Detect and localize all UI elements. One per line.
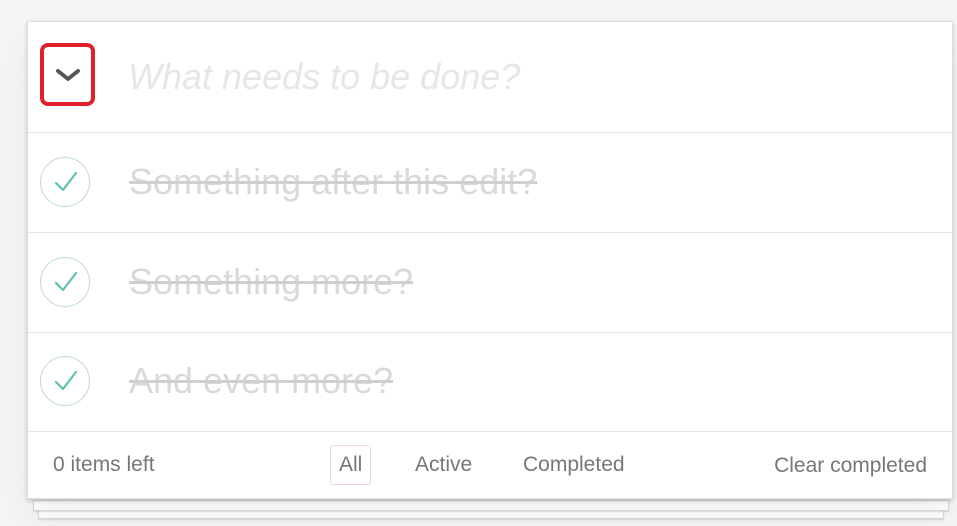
toggle-all-button[interactable] (40, 43, 95, 106)
todo-checkbox[interactable] (40, 157, 90, 207)
todo-item[interactable]: Something after this edit? (28, 133, 952, 233)
new-todo-header (28, 22, 952, 133)
todo-checkbox[interactable] (40, 356, 90, 406)
todo-item[interactable]: And even more? (28, 332, 952, 432)
items-left-count: 0 items left (53, 453, 155, 476)
checkmark-icon (54, 370, 78, 391)
todo-label: Something after this edit? (129, 161, 538, 202)
filter-active[interactable]: Active (406, 445, 481, 485)
todo-app: Something after this edit? Something mor… (0, 0, 957, 526)
filter-all[interactable]: All (330, 445, 372, 485)
clear-completed-button[interactable]: Clear completed (774, 454, 927, 478)
stack-shadow-layer (33, 500, 949, 511)
todo-footer: 0 items left All Active Completed Clear … (28, 432, 952, 498)
chevron-down-icon (56, 69, 80, 81)
checkmark-icon (54, 171, 78, 192)
todo-label: And even more? (129, 360, 394, 401)
todo-checkbox[interactable] (40, 257, 90, 307)
todo-list-card: Something after this edit? Something mor… (27, 21, 953, 499)
checkmark-icon (54, 271, 78, 292)
todo-label: Something more? (129, 261, 414, 302)
new-todo-input[interactable] (128, 50, 908, 104)
filter-completed[interactable]: Completed (514, 445, 634, 485)
todo-item[interactable]: Something more? (28, 233, 952, 333)
